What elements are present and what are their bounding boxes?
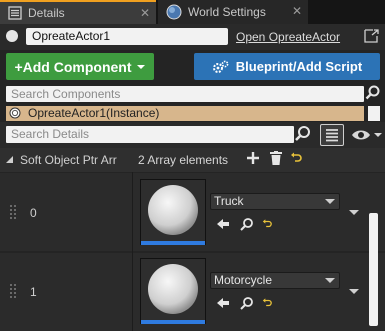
sphere-icon — [148, 264, 198, 314]
asset-picker-combo[interactable]: Motorcycle — [210, 272, 340, 289]
list-view-icon — [326, 129, 338, 142]
thumbnail-asset-color-bar — [141, 241, 205, 245]
element-index: 0 — [30, 206, 37, 220]
instance-row-end — [368, 106, 380, 121]
blueprint-add-script-label: Blueprint/Add Script — [235, 59, 363, 74]
column-divider — [132, 172, 133, 331]
sphere-icon — [148, 185, 198, 235]
actor-name-input[interactable]: OpreateActor1 — [26, 28, 228, 45]
drag-handle-icon[interactable] — [10, 205, 16, 219]
gears-icon — [212, 60, 229, 73]
asset-picker-value: Truck — [214, 194, 244, 208]
chevron-down-icon — [325, 278, 335, 283]
add-element-icon[interactable] — [246, 151, 260, 165]
add-component-label: +Add Component — [14, 58, 132, 75]
element-index: 1 — [30, 285, 37, 299]
eye-icon — [352, 130, 382, 140]
tab-details[interactable]: Details ✕ — [0, 0, 156, 24]
thumbnail-asset-color-bar — [141, 320, 205, 324]
reset-to-default-icon[interactable] — [262, 219, 272, 229]
use-selected-arrow-icon[interactable] — [216, 296, 230, 310]
use-selected-arrow-icon[interactable] — [216, 217, 230, 231]
search-icon[interactable] — [294, 124, 312, 144]
search-components-input[interactable]: Search Components — [6, 86, 364, 102]
browse-search-icon[interactable] — [240, 296, 254, 310]
drag-handle-icon[interactable] — [10, 284, 16, 298]
trash-icon[interactable] — [270, 151, 282, 165]
element-options-arrow-icon[interactable] — [349, 289, 359, 294]
property-name-label: Soft Object Ptr Arr — [20, 153, 117, 167]
reset-to-default-icon[interactable] — [262, 298, 272, 308]
asset-thumbnail[interactable] — [140, 179, 206, 245]
property-matrix-button[interactable] — [320, 124, 344, 146]
asset-picker-value: Motorcycle — [214, 273, 273, 287]
search-icon[interactable] — [364, 84, 382, 102]
reset-to-default-icon[interactable] — [290, 152, 302, 164]
actor-dot-icon — [6, 30, 18, 42]
element-options-arrow-icon[interactable] — [349, 210, 359, 215]
chevron-down-icon — [325, 199, 335, 204]
close-icon[interactable]: ✕ — [140, 6, 150, 20]
array-count-label: 2 Array elements — [138, 153, 229, 167]
search-details-input[interactable]: Search Details — [6, 126, 294, 143]
scrollbar-thumb[interactable] — [369, 213, 378, 326]
component-instance-row[interactable]: OpreateActor1(Instance) — [6, 106, 364, 121]
tab-world-settings-label: World Settings — [188, 5, 266, 19]
asset-picker-combo[interactable]: Truck — [210, 193, 340, 210]
chevron-down-icon — [136, 64, 145, 69]
collapse-triangle-icon[interactable] — [6, 156, 13, 163]
blueprint-add-script-button[interactable]: Blueprint/Add Script — [194, 53, 380, 80]
add-component-button[interactable]: +Add Component — [6, 53, 154, 80]
asset-thumbnail[interactable] — [140, 258, 206, 324]
world-globe-icon — [166, 4, 182, 20]
open-actor-link[interactable]: Open OpreateActor — [236, 30, 340, 44]
tab-details-label: Details — [28, 6, 65, 20]
tab-world-settings[interactable]: World Settings ✕ — [158, 0, 308, 24]
close-icon[interactable]: ✕ — [292, 4, 302, 18]
actor-instance-icon — [9, 107, 21, 119]
view-options-button[interactable] — [350, 126, 382, 144]
details-panel-icon — [8, 6, 22, 20]
browse-search-icon[interactable] — [240, 217, 254, 231]
open-actor-dropdown-icon[interactable] — [363, 28, 381, 44]
